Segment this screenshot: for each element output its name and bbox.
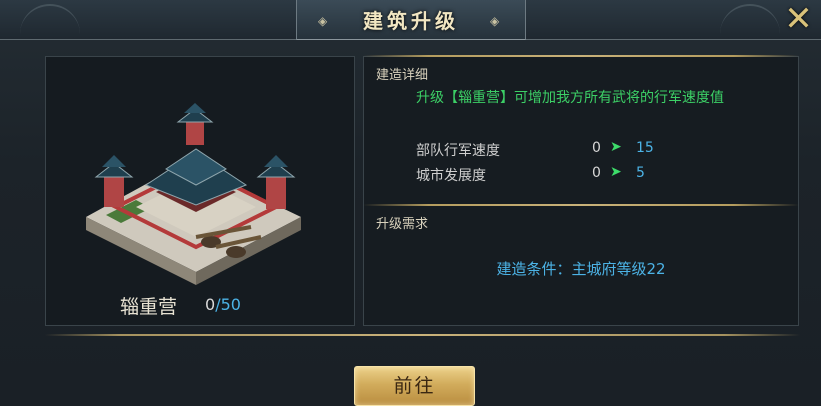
stat-from-city-development: 0 [592, 165, 601, 181]
build-condition: 建造条件：主城府等级22 [496, 260, 666, 278]
corner-ornament-left [20, 4, 80, 34]
arrow-right-icon: ➤ [610, 164, 622, 180]
details-section-title: 建造详细 [376, 68, 429, 83]
arrow-right-icon: ➤ [610, 139, 622, 155]
details-top-divider [363, 55, 799, 57]
building-count-current: 0 [205, 295, 216, 314]
building-name: 辎重营 [120, 296, 178, 318]
go-button[interactable]: 前往 [354, 366, 475, 406]
requirements-divider [363, 204, 799, 206]
close-button[interactable]: ✕ [776, 0, 821, 40]
building-count: 0/50 [205, 295, 241, 314]
footer-divider [45, 334, 800, 336]
close-icon: ✕ [784, 0, 813, 39]
requirements-section-title: 升级需求 [376, 217, 429, 232]
stat-from-march-speed: 0 [592, 140, 601, 156]
corner-ornament-right [720, 4, 780, 34]
building-illustration [86, 103, 301, 285]
stat-to-march-speed: 15 [636, 140, 654, 156]
stat-label-march-speed: 部队行军速度 [416, 143, 500, 159]
stat-to-city-development: 5 [636, 165, 645, 181]
building-panel [45, 56, 355, 326]
stat-label-city-development: 城市发展度 [416, 168, 486, 184]
upgrade-description: 升级【辎重营】可增加我方所有武将的行军速度值 [416, 90, 724, 106]
building-count-max: 50 [220, 295, 241, 314]
dialog-title: 建筑升级 [363, 9, 459, 33]
